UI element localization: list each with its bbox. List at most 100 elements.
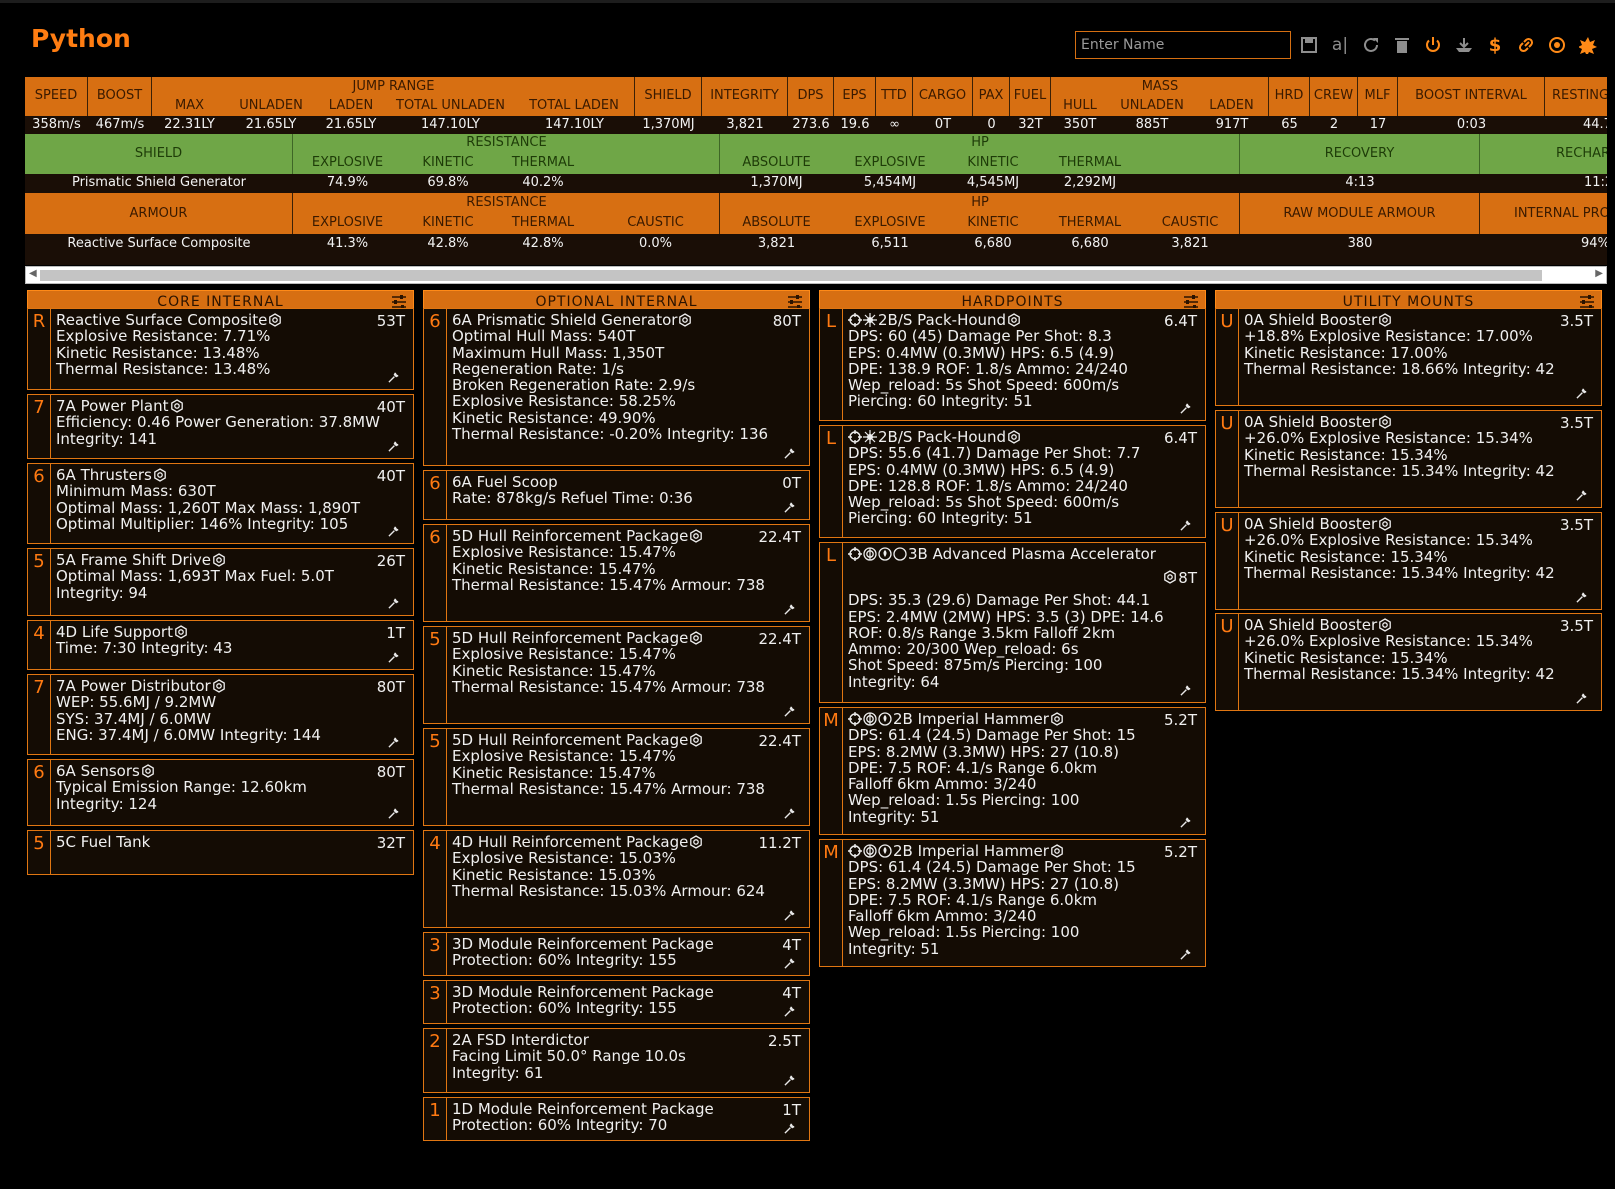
col-total-laden[interactable]: TOTAL LADEN: [514, 96, 635, 116]
col-max[interactable]: MAX: [152, 96, 227, 116]
blueprint-icon[interactable]: [1377, 311, 1392, 329]
module-slot[interactable]: 6 6A Sensors Typical Emission Range: 12.60…: [27, 759, 414, 826]
eddb-icon[interactable]: [1574, 32, 1602, 58]
reload-icon[interactable]: [1357, 32, 1385, 58]
col-integrity[interactable]: INTEGRITY: [702, 77, 788, 116]
col-mass-unladen[interactable]: UNLADEN: [1109, 96, 1195, 116]
col-resting-heat[interactable]: RESTING HE: [1545, 77, 1607, 116]
module-slot[interactable]: R Reactive Surface Composite Explosive Res…: [27, 308, 414, 390]
raw-armour-col[interactable]: RAW MODULE ARMOUR: [1240, 193, 1480, 234]
col-dps[interactable]: DPS: [788, 77, 834, 116]
col-cargo[interactable]: CARGO: [913, 77, 973, 116]
module-slot[interactable]: 4 4D Hull Reinforcement Package Explosive …: [423, 830, 810, 928]
module-slot[interactable]: 4 4D Life Support Time: 7:30 Integrity: 43…: [27, 620, 414, 670]
module-slot[interactable]: 5 5A Frame Shift Drive Optimal Mass: 1,693…: [27, 548, 414, 616]
col-pax[interactable]: PAX: [973, 77, 1010, 116]
col-fuel[interactable]: FUEL: [1010, 77, 1051, 116]
module-slot[interactable]: 7 7A Power Plant Efficiency: 0.46 Power Ge…: [27, 394, 414, 459]
blueprint-icon[interactable]: [169, 397, 184, 415]
shield-kinetic-header[interactable]: KINETIC: [402, 155, 494, 170]
delete-icon[interactable]: [1388, 32, 1416, 58]
recharge-col[interactable]: RECHARGE: [1480, 134, 1607, 174]
module-slot[interactable]: 3 3D Module Reinforcement Package Protecti…: [423, 932, 810, 976]
module-slot[interactable]: L 3B Advanced Plasma Accelerator DPS: 35.3…: [819, 542, 1206, 703]
module-slot[interactable]: 6 6A Fuel Scoop Rate: 878kg/s Refuel Time:…: [423, 470, 810, 520]
blueprint-icon[interactable]: [211, 551, 226, 569]
shield-hp-kinetic-header[interactable]: KINETIC: [947, 155, 1039, 170]
blueprint-icon[interactable]: [1049, 710, 1064, 728]
col-boost[interactable]: BOOST: [88, 77, 152, 116]
col-crew[interactable]: CREW: [1310, 77, 1358, 116]
shield-hp-explosive-header[interactable]: EXPLOSIVE: [833, 155, 947, 170]
link-icon[interactable]: [1512, 32, 1540, 58]
blueprint-icon[interactable]: [1006, 428, 1021, 446]
build-name-input[interactable]: [1075, 31, 1291, 59]
shield-thermal-header[interactable]: THERMAL: [494, 155, 592, 170]
module-slot[interactable]: 6 5D Hull Reinforcement Package Explosive …: [423, 524, 810, 622]
armour-kinetic-header[interactable]: KINETIC: [402, 215, 494, 230]
blueprint-icon[interactable]: [267, 311, 282, 329]
blueprint-icon[interactable]: [1162, 567, 1177, 586]
col-unladen[interactable]: UNLADEN: [227, 96, 315, 116]
module-slot[interactable]: 7 7A Power Distributor WEP: 55.6MJ / 9.2MW…: [27, 674, 414, 755]
module-slot[interactable]: L 2B/S Pack-Hound DPS: 55.6 (41.7) Damage …: [819, 425, 1206, 538]
shield-name-col[interactable]: SHIELD: [25, 134, 293, 174]
armour-hp-explosive-header[interactable]: EXPLOSIVE: [833, 215, 947, 230]
armour-explosive-header[interactable]: EXPLOSIVE: [293, 215, 402, 230]
blueprint-icon[interactable]: [152, 466, 167, 484]
module-slot[interactable]: 1 1D Module Reinforcement Package Protecti…: [423, 1097, 810, 1141]
module-slot[interactable]: U 0A Shield Booster +26.0% Explosive Resis…: [1215, 512, 1602, 610]
save-icon[interactable]: [1295, 32, 1323, 58]
armour-hp-thermal-header[interactable]: THERMAL: [1039, 215, 1141, 230]
module-slot[interactable]: U 0A Shield Booster +18.8% Explosive Resis…: [1215, 308, 1602, 406]
module-slot[interactable]: M 2B Imperial Hammer DPS: 61.4 (24.5) Dama…: [819, 707, 1206, 835]
shield-explosive-header[interactable]: EXPLOSIVE: [293, 155, 402, 170]
blueprint-icon[interactable]: [688, 833, 703, 851]
armour-thermal-header[interactable]: THERMAL: [494, 215, 592, 230]
armour-hp-caustic-header[interactable]: CAUSTIC: [1141, 215, 1239, 230]
armour-caustic-header[interactable]: CAUSTIC: [592, 215, 719, 230]
blueprint-icon[interactable]: [1377, 413, 1392, 431]
blueprint-icon[interactable]: [677, 311, 692, 329]
power-icon[interactable]: [1419, 32, 1447, 58]
module-slot[interactable]: 6 6A Prismatic Shield Generator Optimal Hu…: [423, 308, 810, 466]
armour-name-col[interactable]: ARMOUR: [25, 193, 293, 234]
armour-absolute-header[interactable]: ABSOLUTE: [720, 215, 833, 230]
module-slot[interactable]: U 0A Shield Booster +26.0% Explosive Resis…: [1215, 613, 1602, 711]
col-ttd[interactable]: TTD: [876, 77, 913, 116]
col-mlf[interactable]: MLF: [1358, 77, 1398, 116]
scroll-left-arrow-icon[interactable]: ◀: [29, 268, 37, 279]
module-slot[interactable]: M 2B Imperial Hammer DPS: 61.4 (24.5) Dama…: [819, 839, 1206, 967]
col-mass-laden[interactable]: LADEN: [1195, 96, 1269, 116]
col-total-unladen[interactable]: TOTAL UNLADEN: [387, 96, 514, 116]
blueprint-icon[interactable]: [688, 527, 703, 545]
blueprint-icon[interactable]: [1006, 311, 1021, 329]
col-hrd[interactable]: HRD: [1269, 77, 1310, 116]
module-slot[interactable]: 2 2A FSD Interdictor Facing Limit 50.0° Ra…: [423, 1028, 810, 1093]
col-eps[interactable]: EPS: [834, 77, 876, 116]
col-boost-interval[interactable]: BOOST INTERVAL: [1398, 77, 1545, 116]
blueprint-icon[interactable]: [1377, 515, 1392, 533]
blueprint-icon[interactable]: [211, 677, 226, 695]
col-laden[interactable]: LADEN: [315, 96, 387, 116]
module-slot[interactable]: 3 3D Module Reinforcement Package Protecti…: [423, 980, 810, 1024]
blueprint-icon[interactable]: [173, 623, 188, 641]
module-slot[interactable]: 6 6A Thrusters Minimum Mass: 630T Optimal M…: [27, 463, 414, 544]
shield-absolute-header[interactable]: ABSOLUTE: [720, 155, 833, 170]
blueprint-icon[interactable]: [1049, 842, 1064, 860]
armour-hp-kinetic-header[interactable]: KINETIC: [947, 215, 1039, 230]
blueprint-icon[interactable]: [1377, 616, 1392, 634]
module-slot[interactable]: 5 5D Hull Reinforcement Package Explosive …: [423, 626, 810, 724]
rename-icon[interactable]: a|: [1326, 32, 1354, 58]
blueprint-icon[interactable]: [688, 731, 703, 749]
shield-hp-thermal-header[interactable]: THERMAL: [1039, 155, 1141, 170]
blueprint-icon[interactable]: [688, 629, 703, 647]
recovery-col[interactable]: RECOVERY: [1240, 134, 1480, 174]
module-slot[interactable]: 5 5C Fuel Tank 32T: [27, 830, 414, 875]
module-slot[interactable]: 5 5D Hull Reinforcement Package Explosive …: [423, 728, 810, 826]
col-shield[interactable]: SHIELD: [635, 77, 702, 116]
col-hull[interactable]: HULL: [1051, 96, 1109, 116]
download-icon[interactable]: [1450, 32, 1478, 58]
coriolis-icon[interactable]: [1543, 32, 1571, 58]
blueprint-icon[interactable]: [140, 762, 155, 780]
